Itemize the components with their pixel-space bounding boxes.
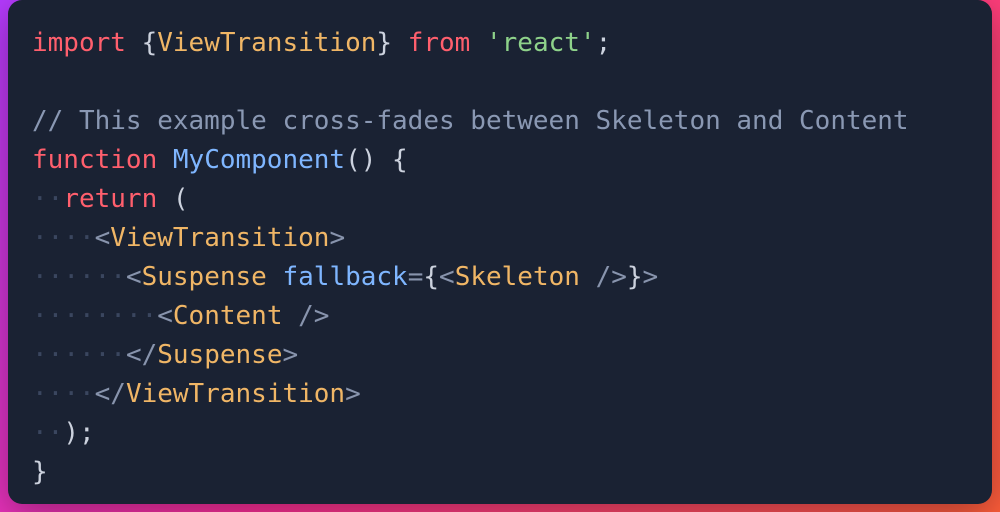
indent-dot <box>95 301 111 331</box>
indent-dot <box>48 379 64 409</box>
token-jsxpunc: > <box>282 340 298 370</box>
indent-dot <box>95 262 111 292</box>
token-kw: return <box>63 184 157 214</box>
token-jsxpunc: /> <box>596 262 627 292</box>
token-jsxpunc: < <box>157 301 173 331</box>
indent-dot <box>79 262 95 292</box>
indent-dot <box>79 379 95 409</box>
token-punc: { <box>423 262 439 292</box>
token-jsxpunc: < <box>439 262 455 292</box>
indent-dot <box>48 262 64 292</box>
token-jsxpunc: > <box>345 379 361 409</box>
indent-dot <box>32 418 48 448</box>
token-tag: ViewTransition <box>110 223 329 253</box>
indent-dot <box>63 301 79 331</box>
token-punc: () { <box>345 145 408 175</box>
token-jsxpunc: </ <box>95 379 126 409</box>
token-tag: ViewTransition <box>126 379 345 409</box>
token-kw: import <box>32 28 126 58</box>
indent-dot <box>48 418 64 448</box>
token-str: 'react' <box>486 28 596 58</box>
indent-dot <box>142 301 158 331</box>
indent-dot <box>63 340 79 370</box>
token-punc: } <box>32 457 48 487</box>
token-punc: } <box>627 262 643 292</box>
token-cmt: // This example cross-fades between Skel… <box>32 106 909 136</box>
token-kw: function <box>32 145 157 175</box>
token-jsxpunc: > <box>329 223 345 253</box>
indent-dot <box>32 184 48 214</box>
token-kw: from <box>408 28 471 58</box>
token-punc: ; <box>596 28 612 58</box>
token-jsxpunc: < <box>126 262 142 292</box>
token-jsxpunc: = <box>408 262 424 292</box>
indent-dot <box>95 340 111 370</box>
indent-dot <box>63 262 79 292</box>
indent-dot <box>48 223 64 253</box>
token-attr: fallback <box>282 262 407 292</box>
token-punc: { <box>142 28 158 58</box>
token-jsxpunc: </ <box>126 340 157 370</box>
indent-dot <box>48 184 64 214</box>
token-tag: ViewTransition <box>157 28 376 58</box>
indent-dot <box>48 301 64 331</box>
indent-dot <box>110 301 126 331</box>
token-jsxpunc: > <box>643 262 659 292</box>
code-block: import {ViewTransition} from 'react'; //… <box>32 24 968 492</box>
indent-dot <box>32 223 48 253</box>
code-window: import {ViewTransition} from 'react'; //… <box>8 0 992 504</box>
token-jsxpunc: /> <box>298 301 329 331</box>
token-jsxpunc: < <box>95 223 111 253</box>
token-punc: } <box>376 28 392 58</box>
indent-dot <box>63 223 79 253</box>
indent-dot <box>32 379 48 409</box>
token-punc: ( <box>173 184 189 214</box>
indent-dot <box>110 262 126 292</box>
indent-dot <box>32 340 48 370</box>
indent-dot <box>79 301 95 331</box>
token-tag: Suspense <box>157 340 282 370</box>
token-fnname: MyComponent <box>173 145 345 175</box>
token-tag: Skeleton <box>455 262 580 292</box>
indent-dot <box>32 262 48 292</box>
token-tag: Content <box>173 301 283 331</box>
indent-dot <box>63 379 79 409</box>
indent-dot <box>48 340 64 370</box>
indent-dot <box>110 340 126 370</box>
indent-dot <box>32 301 48 331</box>
indent-dot <box>126 301 142 331</box>
token-punc: ); <box>63 418 94 448</box>
token-tag: Suspense <box>142 262 267 292</box>
indent-dot <box>79 340 95 370</box>
indent-dot <box>79 223 95 253</box>
